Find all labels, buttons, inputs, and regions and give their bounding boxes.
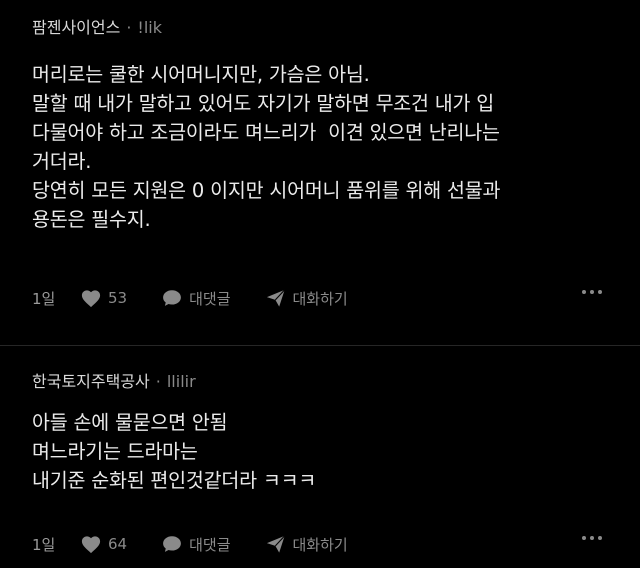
paper-plane-icon [266,535,285,553]
dot [590,290,594,294]
post-time: 1일 [32,535,56,554]
heart-icon [81,536,101,554]
dot [590,536,594,540]
chat-bubble-icon [163,290,182,306]
post-body: 아들 손에 물묻으면 안됨며느라기는 드라마는내기준 순화된 편인것같더라 ㅋㅋ… [32,408,622,495]
post-header: 한국토지주택공사 · llilir [32,372,196,392]
body-line: 내기준 순화된 편인것같더라 ㅋㅋㅋ [32,469,317,492]
body-line: 머리로는 쿨한 시어머니지만, 가슴은 아님. [32,63,370,86]
post-body: 머리로는 쿨한 시어머니지만, 가슴은 아님. 말할 때 내가 말하고 있어도 자… [32,60,622,234]
reply-button[interactable]: 대댓글 [161,288,231,309]
reply-label: 대댓글 [189,535,231,554]
dm-button[interactable]: 대화하기 [265,288,348,309]
separator-dot: · [155,372,161,391]
comment-post: 팜젠사이언스 · !lik 머리로는 쿨한 시어머니지만, 가슴은 아님. 말할 때 … [0,0,640,345]
body-line: 당연히 모든 지원은 0 이지만 시어머니 품위를 위해 선물과 [32,179,501,202]
body-line: 며느라기는 드라마는 [32,440,198,463]
author-handle: !lik [137,18,162,37]
body-line: 용돈은 필수지. [32,208,151,231]
body-line: 아들 손에 물묻으면 안됨 [32,411,228,434]
paper-plane-icon [266,289,285,307]
like-button[interactable]: 64 [80,534,127,554]
like-count: 53 [108,289,128,307]
dm-button[interactable]: 대화하기 [265,534,348,555]
like-button[interactable]: 53 [80,288,127,308]
post-time: 1일 [32,289,56,308]
like-count: 64 [108,535,128,553]
more-dots-icon[interactable] [582,536,602,540]
reply-button[interactable]: 대댓글 [161,534,231,555]
dm-label: 대화하기 [292,289,348,308]
dm-label: 대화하기 [292,535,348,554]
separator-dot: · [126,18,132,37]
dot [582,290,586,294]
body-line: 거더라. [32,150,92,173]
body-line: 말할 때 내가 말하고 있어도 자기가 말하면 무조건 내가 입 [32,92,495,115]
author-handle: llilir [166,372,196,391]
dot [582,536,586,540]
comment-post: 한국토지주택공사 · llilir 아들 손에 물묻으면 안됨며느라기는 드라마는내… [0,346,640,568]
author-name[interactable]: 팜젠사이언스 [32,18,120,37]
heart-icon [81,290,101,308]
post-header: 팜젠사이언스 · !lik [32,18,162,38]
more-dots-icon[interactable] [582,290,602,294]
dot [598,536,602,540]
action-bar: 1일 53 대댓글 대화하기 [32,286,602,310]
chat-bubble-icon [163,536,182,552]
author-name[interactable]: 한국토지주택공사 [32,372,150,391]
dot [598,290,602,294]
action-bar: 1일 64 대댓글 대화하기 [32,532,602,556]
body-line: 다물어야 하고 조금이라도 며느리가 이견 있으면 난리나는 [32,121,500,144]
reply-label: 대댓글 [189,289,231,308]
